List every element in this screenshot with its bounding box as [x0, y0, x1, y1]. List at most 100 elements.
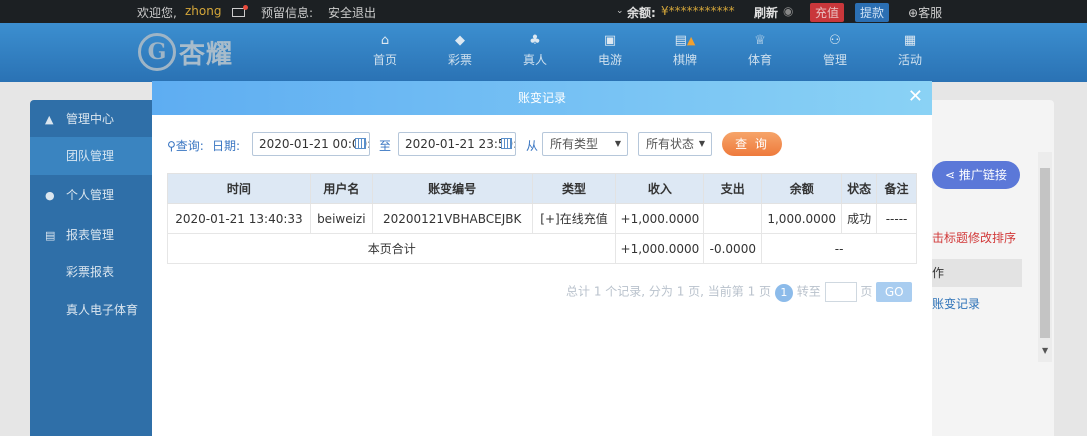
- nav-label: 活动: [897, 53, 922, 67]
- scrollbar-thumb[interactable]: [1040, 168, 1050, 338]
- summary-row: 本页合计 +1,000.0000 -0.0000 --: [166, 233, 917, 264]
- col-expense[interactable]: 支出: [703, 173, 763, 204]
- col-username[interactable]: 用户名: [309, 173, 373, 204]
- cell-status: 成功: [841, 203, 878, 234]
- users-icon: ▲: [45, 113, 54, 126]
- nav-cards[interactable]: ▤▲ 棋牌: [660, 33, 710, 68]
- end-date-input[interactable]: 2020-01-21 23:59:59: [398, 132, 516, 156]
- to-label: 至: [379, 139, 392, 153]
- nav-sports[interactable]: ♕ 体育: [735, 33, 785, 68]
- sidebar: ▲ 管理中心 团队管理 ● 个人管理 ▤ 报表管理 彩票报表 真人电子体育: [30, 100, 152, 436]
- col-income[interactable]: 收入: [615, 173, 705, 204]
- slot-icon: ▣: [603, 33, 617, 48]
- sidebar-item-team[interactable]: 团队管理: [30, 137, 152, 175]
- modal-header: 账变记录 ✕: [152, 81, 932, 115]
- logo-text: 杏耀: [179, 39, 234, 70]
- message-icon[interactable]: [232, 5, 248, 19]
- sort-hint: 击标题修改排序: [932, 231, 1017, 245]
- nav-activity[interactable]: ▦ 活动: [885, 33, 935, 68]
- table-header-row: 时间 用户名 账变编号 类型 收入 支出 余额 状态 备注: [167, 173, 917, 204]
- cell-balance: 1,000.0000: [761, 203, 843, 234]
- cell-time: 2020-01-21 13:40:33: [167, 203, 311, 234]
- cell-remark: -----: [876, 203, 917, 234]
- cell-txn-id: 20200121VBHABCEJBK: [371, 203, 533, 234]
- col-balance[interactable]: 余额: [761, 173, 843, 204]
- column-header-action: 作: [932, 259, 1022, 287]
- sidebar-item-label: 真人电子体育: [66, 303, 139, 317]
- logout-link[interactable]: 安全退出: [328, 4, 376, 21]
- promo-link-label: 推广链接: [958, 168, 1007, 182]
- close-icon[interactable]: ✕: [908, 81, 923, 113]
- chevron-down-icon[interactable]: ⌄: [616, 6, 624, 16]
- start-date-input[interactable]: 2020-01-21 00:00:00: [252, 132, 370, 156]
- home-icon: ⌂: [380, 33, 390, 48]
- sidebar-item-label: 团队管理: [66, 149, 115, 163]
- recharge-button[interactable]: 充值: [810, 3, 845, 22]
- nav-label: 管理: [822, 53, 847, 67]
- col-time[interactable]: 时间: [167, 173, 311, 204]
- page-unit: 页: [860, 284, 873, 299]
- sidebar-item-label: 报表管理: [66, 228, 115, 242]
- logo[interactable]: G 杏耀: [138, 28, 233, 76]
- summary-income: +1,000.0000: [615, 233, 705, 264]
- query-text: 查询:: [175, 139, 204, 153]
- current-page[interactable]: 1: [774, 283, 793, 302]
- reserve-info-label[interactable]: 预留信息:: [261, 4, 313, 21]
- col-remark[interactable]: 备注: [876, 173, 917, 204]
- sidebar-item-live-sports[interactable]: 真人电子体育: [30, 291, 152, 329]
- sidebar-item-personal[interactable]: ● 个人管理: [30, 176, 152, 214]
- type-select[interactable]: 所有类型 ▼: [542, 132, 628, 156]
- scroll-down-icon[interactable]: ▼: [1042, 346, 1048, 355]
- users-icon: ⚇: [829, 33, 841, 48]
- query-button[interactable]: 查 询: [722, 132, 782, 156]
- pagination: 总计 1 个记录, 分为 1 页, 当前第 1 页 1 转至 页 GO: [566, 282, 913, 302]
- col-status[interactable]: 状态: [841, 173, 878, 204]
- nav-label: 真人: [522, 53, 547, 67]
- caret-down-icon: ▼: [614, 139, 621, 148]
- cell-expense: [703, 203, 763, 234]
- end-date-value: 2020-01-21 23:59:59: [405, 137, 515, 151]
- goto-label: 转至: [796, 284, 821, 299]
- page-input[interactable]: [824, 282, 857, 302]
- go-button[interactable]: GO: [876, 282, 913, 302]
- sidebar-item-label: 彩票报表: [66, 265, 115, 279]
- user-icon: ●: [45, 189, 55, 202]
- nav-slot[interactable]: ▣ 电游: [585, 33, 635, 68]
- report-icon: ▤: [45, 229, 56, 242]
- refresh-link[interactable]: 刷新: [754, 4, 778, 21]
- summary-balance: --: [761, 233, 917, 264]
- sidebar-item-lottery-report[interactable]: 彩票报表: [30, 253, 152, 291]
- sidebar-item-management-center[interactable]: ▲ 管理中心: [30, 100, 152, 138]
- transaction-record-modal: 账变记录 ✕ ⚲查询: 日期: 2020-01-21 00:00:00 至 20…: [152, 81, 932, 436]
- cell-income: +1,000.0000: [615, 203, 705, 234]
- calendar-icon[interactable]: [501, 138, 512, 149]
- logo-mark: G: [138, 33, 176, 71]
- gift-icon: ▦: [903, 33, 917, 48]
- nav-live[interactable]: ♣ 真人: [510, 33, 560, 68]
- col-type[interactable]: 类型: [531, 173, 617, 204]
- service-link[interactable]: ⊕客服: [908, 4, 942, 21]
- live-icon: ♣: [529, 33, 541, 48]
- promo-link-button[interactable]: ⋖ 推广链接: [932, 161, 1020, 189]
- nav-label: 电游: [597, 53, 622, 67]
- status-select-value: 所有状态: [646, 137, 695, 151]
- from-label: 从: [526, 139, 539, 153]
- nav-home[interactable]: ⌂ 首页: [360, 33, 410, 68]
- caret-down-icon: ▼: [698, 139, 705, 148]
- calendar-icon[interactable]: [355, 138, 366, 149]
- query-label: ⚲查询:: [167, 137, 204, 154]
- sidebar-item-label: 管理中心: [66, 112, 115, 126]
- sidebar-item-reports[interactable]: ▤ 报表管理: [30, 216, 152, 254]
- col-txn-id[interactable]: 账变编号: [371, 173, 533, 204]
- withdraw-button[interactable]: 提款: [855, 3, 890, 22]
- share-icon: ⋖: [945, 168, 959, 182]
- username[interactable]: zhong: [185, 4, 221, 18]
- record-link[interactable]: 账变记录: [932, 295, 980, 312]
- type-select-value: 所有类型: [550, 137, 599, 151]
- status-select[interactable]: 所有状态 ▼: [638, 132, 712, 156]
- summary-label: 本页合计: [166, 233, 617, 264]
- cell-type: [+]在线充值: [531, 203, 617, 234]
- nav-manage[interactable]: ⚇ 管理: [810, 33, 860, 68]
- nav-lottery[interactable]: ◆ 彩票: [435, 33, 485, 68]
- eye-icon[interactable]: ◉: [783, 4, 793, 18]
